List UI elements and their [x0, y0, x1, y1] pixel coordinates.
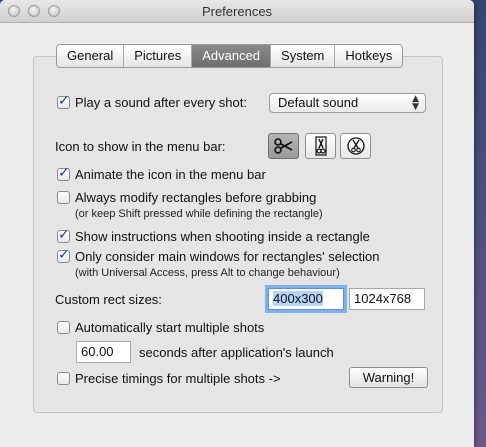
- tab-pictures[interactable]: Pictures: [124, 45, 193, 67]
- tab-system[interactable]: System: [271, 45, 336, 67]
- tab-advanced[interactable]: Advanced: [192, 45, 272, 67]
- seconds-label: seconds after application's launch: [139, 345, 334, 360]
- rect-sizes-row: Custom rect sizes:: [55, 292, 162, 307]
- play-sound-label: Play a sound after every shot:: [75, 95, 247, 110]
- sound-select-value: Default sound: [278, 95, 359, 110]
- seconds-value: 60.00: [81, 344, 114, 359]
- menubar-icon-option-scissors[interactable]: [268, 133, 299, 159]
- show-instructions-checkbox[interactable]: [57, 227, 70, 243]
- play-sound-row: Play a sound after every shot:: [57, 93, 247, 110]
- play-sound-checkbox[interactable]: [57, 93, 70, 109]
- rect-size-1-field[interactable]: 400x300: [268, 288, 344, 310]
- warning-button[interactable]: Warning!: [349, 367, 428, 388]
- rect-size-2-value: 1024x768: [354, 291, 412, 306]
- multiple-shots-label: Automatically start multiple shots: [75, 320, 265, 335]
- menubar-icon-label: Icon to show in the menu bar:: [55, 139, 226, 154]
- animate-icon-row: Animate the icon in the menu bar: [57, 165, 266, 182]
- menubar-icon-option-circle[interactable]: [340, 133, 371, 159]
- rect-sizes-label: Custom rect sizes:: [55, 292, 162, 307]
- tab-general[interactable]: General: [57, 45, 125, 67]
- tab-hotkeys[interactable]: Hotkeys: [335, 45, 402, 67]
- scissors-circle-icon: [346, 137, 365, 155]
- tab-bar: General Pictures Advanced System Hotkeys: [56, 44, 404, 68]
- main-windows-label: Only consider main windows for rectangle…: [75, 249, 380, 264]
- rect-size-2-field[interactable]: 1024x768: [349, 288, 425, 310]
- sound-select[interactable]: Default sound ▲ ▼: [269, 93, 426, 113]
- updown-arrows-icon: ▲ ▼: [412, 94, 419, 112]
- animate-icon-checkbox[interactable]: [57, 165, 70, 181]
- show-instructions-row: Show instructions when shooting inside a…: [57, 227, 370, 244]
- seconds-row: seconds after application's launch: [139, 345, 334, 360]
- menubar-icon-row: Icon to show in the menu bar:: [55, 139, 226, 154]
- show-instructions-label: Show instructions when shooting inside a…: [75, 229, 370, 244]
- main-windows-row: Only consider main windows for rectangle…: [57, 247, 380, 264]
- menubar-icon-option-vertical[interactable]: [305, 133, 336, 159]
- modify-rect-label: Always modify rectangles before grabbing: [75, 190, 317, 205]
- multiple-shots-checkbox[interactable]: [57, 321, 70, 334]
- precise-timings-label: Precise timings for multiple shots ->: [75, 371, 281, 386]
- precise-timings-checkbox[interactable]: [57, 372, 70, 385]
- title-bar: Preferences: [0, 0, 474, 23]
- rect-size-1-value: 400x300: [273, 291, 323, 306]
- precise-timings-row: Precise timings for multiple shots ->: [57, 371, 281, 386]
- multiple-shots-row: Automatically start multiple shots: [57, 320, 264, 335]
- modify-rect-checkbox[interactable]: [57, 191, 70, 204]
- main-windows-hint: (with Universal Access, press Alt to cha…: [75, 267, 340, 279]
- seconds-field[interactable]: 60.00: [76, 341, 131, 363]
- scissors-vertical-icon: [314, 136, 327, 156]
- animate-icon-label: Animate the icon in the menu bar: [75, 167, 266, 182]
- main-windows-checkbox[interactable]: [57, 247, 70, 263]
- modify-rect-row: Always modify rectangles before grabbing: [57, 190, 316, 205]
- window-title: Preferences: [201, 4, 273, 19]
- preferences-window: Preferences General Pictures Advanced Sy…: [0, 0, 474, 447]
- modify-rect-hint: (or keep Shift pressed while defining th…: [75, 208, 323, 220]
- scissors-icon: [273, 138, 292, 154]
